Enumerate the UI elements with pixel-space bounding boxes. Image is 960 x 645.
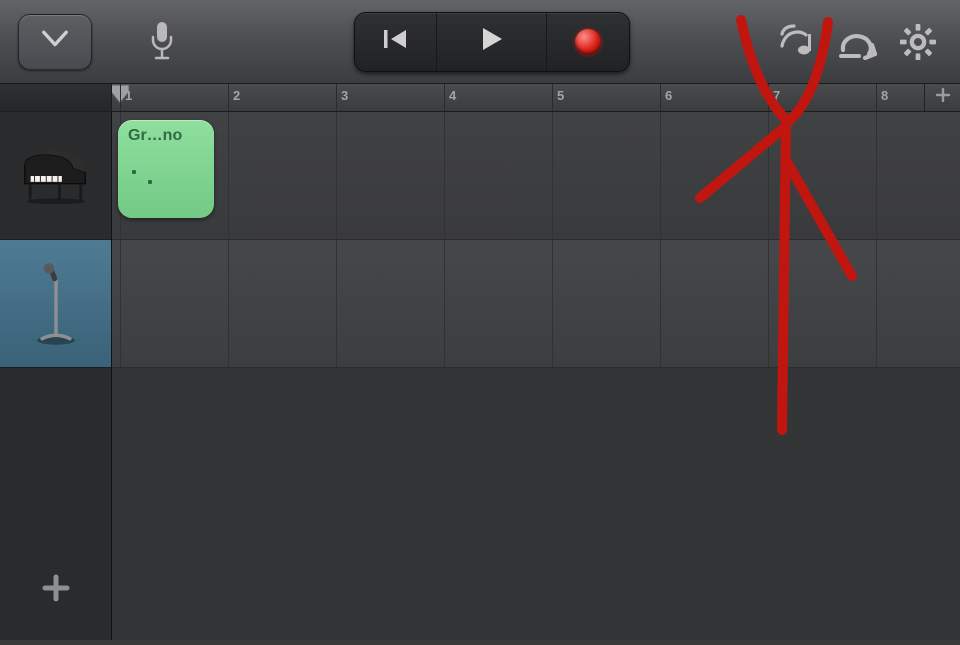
skip-back-icon	[382, 27, 410, 56]
track-lane-vocal[interactable]	[112, 240, 960, 368]
ruler-tick: 8	[876, 84, 888, 111]
region-label: Gr…no	[128, 127, 182, 144]
ruler-gutter	[0, 84, 112, 111]
region-notes-preview	[132, 170, 152, 184]
ruler-tick: 4	[444, 84, 456, 111]
microphone-icon[interactable]	[138, 18, 186, 66]
toolbar	[0, 0, 960, 84]
record-icon	[575, 29, 601, 55]
settings-button[interactable]	[894, 18, 942, 66]
ruler-body[interactable]: 1 2 3 4 5 6 7 8	[112, 84, 960, 111]
track-lane-piano[interactable]: Gr…no	[112, 112, 960, 240]
rewind-button[interactable]	[355, 13, 437, 71]
ruler-tick: 1	[120, 84, 132, 111]
timeline[interactable]: Gr…no	[112, 112, 960, 640]
ruler-tick: 3	[336, 84, 348, 111]
loop-icon	[835, 24, 881, 60]
ruler-tick: 6	[660, 84, 672, 111]
play-icon	[480, 26, 504, 57]
track-header-list	[0, 112, 112, 640]
gear-icon	[899, 23, 937, 61]
loop-button[interactable]	[834, 18, 882, 66]
my-songs-dropdown[interactable]	[18, 14, 92, 70]
song-end-handle[interactable]	[924, 84, 960, 111]
ruler-tick: 5	[552, 84, 564, 111]
lane-grid	[112, 112, 960, 239]
midi-region[interactable]: Gr…no	[118, 120, 214, 218]
ruler[interactable]: 1 2 3 4 5 6 7 8	[0, 84, 960, 112]
transport-controls	[354, 12, 630, 72]
apple-loops-button[interactable]	[774, 18, 822, 66]
mic-stand-icon	[17, 265, 95, 343]
plus-icon	[40, 572, 72, 609]
ruler-tick: 2	[228, 84, 240, 111]
ruler-tick: 7	[768, 84, 780, 111]
record-button[interactable]	[547, 13, 629, 71]
lane-grid	[112, 240, 960, 367]
grand-piano-icon	[17, 137, 95, 215]
track-area: Gr…no	[0, 112, 960, 640]
play-button[interactable]	[437, 13, 547, 71]
apple-loops-icon	[776, 22, 820, 62]
track-header-vocal[interactable]	[0, 240, 111, 368]
add-track-button[interactable]	[0, 540, 111, 640]
plus-icon	[935, 87, 951, 108]
chevron-down-icon	[41, 30, 69, 53]
track-header-piano[interactable]	[0, 112, 111, 240]
timeline-empty-area	[112, 368, 960, 640]
